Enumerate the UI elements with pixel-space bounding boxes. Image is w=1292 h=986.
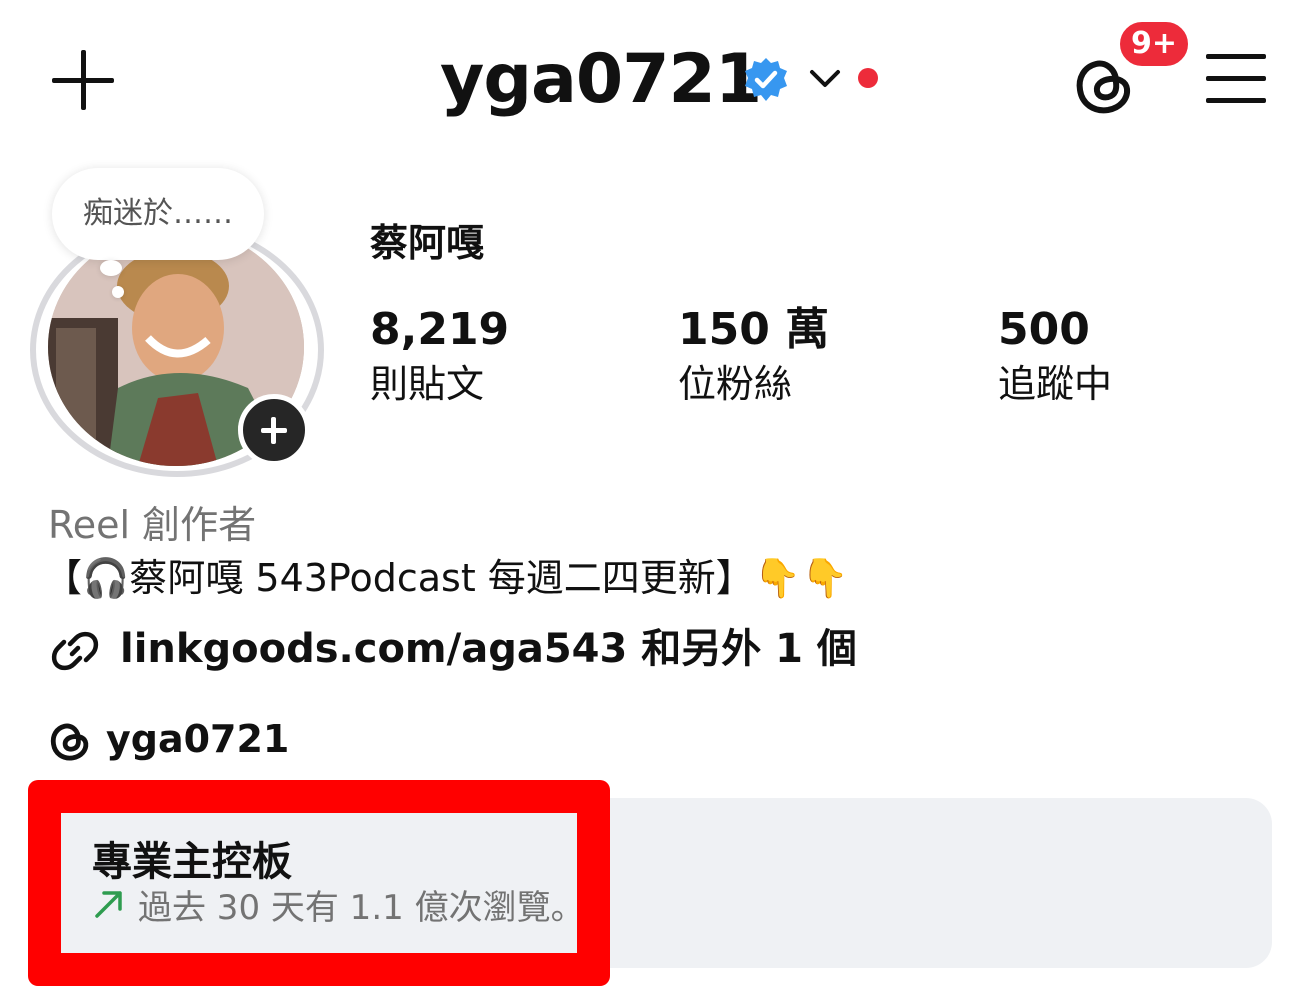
- stat-followers[interactable]: 150 萬 位粉絲: [678, 302, 829, 410]
- stat-followers-count: 150 萬: [678, 304, 830, 355]
- stat-posts-count: 8,219: [370, 304, 510, 355]
- chevron-down-icon[interactable]: [808, 66, 842, 90]
- notification-badge: 9+: [1116, 18, 1192, 70]
- bio-text: 【🎧蔡阿嘎 543Podcast 每週二四更新】👇👇: [44, 556, 849, 600]
- note-bubble[interactable]: 痴迷於……: [52, 168, 264, 260]
- account-status-dot: [858, 68, 878, 88]
- link-icon: [51, 631, 99, 671]
- hamburger-menu-icon[interactable]: [1206, 52, 1268, 106]
- bio-link-text: linkgoods.com/aga543 和另外 1 個: [120, 626, 857, 672]
- create-plus-icon[interactable]: [52, 50, 116, 110]
- stat-posts-label: 則貼文: [370, 362, 485, 406]
- note-bubble-tail: [100, 260, 122, 276]
- threads-handle: yga0721: [106, 717, 290, 761]
- add-story-icon[interactable]: [238, 394, 310, 466]
- dashboard-subtitle: 過去 30 天有 1.1 億次瀏覽。: [92, 882, 585, 934]
- trend-up-icon: [95, 891, 122, 918]
- stat-following-count: 500: [998, 304, 1090, 355]
- dashboard-subtitle-text: 過去 30 天有 1.1 億次瀏覽。: [138, 888, 585, 928]
- note-text: 痴迷於……: [83, 196, 233, 231]
- verified-badge-icon: [745, 58, 787, 101]
- display-name: 蔡阿嘎: [370, 221, 485, 265]
- stat-following-label: 追蹤中: [998, 362, 1113, 406]
- profile-category: Reel 創作者: [48, 503, 257, 547]
- stat-followers-label: 位粉絲: [678, 362, 793, 406]
- threads-icon: [50, 723, 89, 761]
- stat-following[interactable]: 500 追蹤中: [998, 302, 1112, 410]
- account-username[interactable]: yga0721: [440, 36, 762, 124]
- stat-posts[interactable]: 8,219 則貼文: [370, 302, 509, 410]
- note-bubble-tail-dot: [112, 286, 124, 298]
